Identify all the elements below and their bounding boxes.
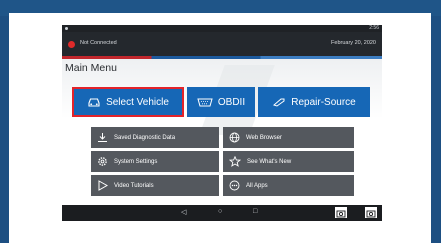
android-status-bar: 2:56 xyxy=(62,25,382,32)
obd-connector-icon xyxy=(197,98,213,107)
status-time: 2:56 xyxy=(369,25,379,31)
recents-button[interactable]: □ xyxy=(253,208,257,215)
back-button[interactable]: ◁ xyxy=(181,208,186,216)
obdii-button[interactable]: OBDII xyxy=(187,87,255,117)
all-apps-label: All Apps xyxy=(246,182,268,189)
repair-source-label: Repair-Source xyxy=(291,96,356,108)
see-whats-new-label: See What's New xyxy=(247,158,292,165)
download-icon xyxy=(97,132,108,143)
camera-icon[interactable] xyxy=(364,206,378,224)
wrench-icon xyxy=(272,97,286,107)
video-tutorials-label: Video Tutorials xyxy=(114,182,154,189)
screenshot-camera-icon[interactable] xyxy=(334,206,348,224)
system-settings-button[interactable]: System Settings xyxy=(91,151,219,172)
connection-status-label: Not Connected xyxy=(80,40,117,46)
all-apps-button[interactable]: All Apps xyxy=(223,175,354,196)
saved-diagnostic-data-label: Saved Diagnostic Data xyxy=(114,134,176,141)
gear-icon xyxy=(97,156,108,167)
star-icon xyxy=(229,156,241,167)
app-bar: Not Connected February 20, 2020 xyxy=(62,32,382,56)
apps-icon xyxy=(229,180,240,191)
car-icon xyxy=(87,97,101,108)
select-vehicle-label: Select Vehicle xyxy=(106,96,169,108)
android-nav-bar: ◁ ○ □ xyxy=(62,205,382,221)
web-browser-button[interactable]: Web Browser xyxy=(223,127,354,148)
repair-source-button[interactable]: Repair-Source xyxy=(258,87,370,117)
video-tutorials-button[interactable]: Video Tutorials xyxy=(91,175,219,196)
see-whats-new-button[interactable]: See What's New xyxy=(223,151,354,172)
notification-dot-icon xyxy=(65,27,68,30)
saved-diagnostic-data-button[interactable]: Saved Diagnostic Data xyxy=(91,127,219,148)
web-browser-label: Web Browser xyxy=(246,134,282,141)
page-title: Main Menu xyxy=(65,62,117,74)
globe-icon xyxy=(229,132,240,143)
select-vehicle-button[interactable]: Select Vehicle xyxy=(72,87,184,117)
date-label: February 20, 2020 xyxy=(331,40,376,46)
home-button[interactable]: ○ xyxy=(218,208,222,215)
play-icon xyxy=(97,180,108,191)
obdii-label: OBDII xyxy=(217,96,246,108)
connection-status-icon xyxy=(68,41,75,48)
system-settings-label: System Settings xyxy=(114,158,158,165)
